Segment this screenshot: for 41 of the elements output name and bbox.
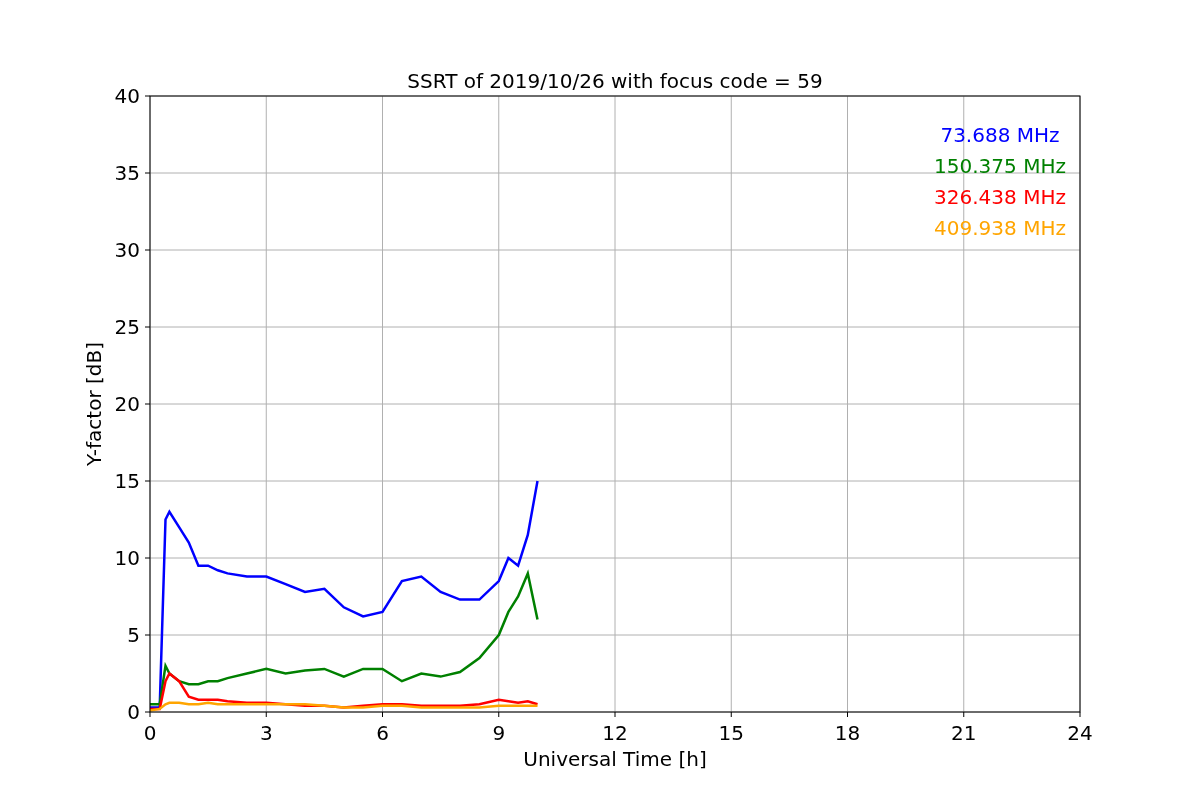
- tick-mark: [265, 711, 267, 718]
- tick-mark: [144, 249, 151, 251]
- tick-mark: [382, 711, 383, 718]
- tick-label: 3: [259, 721, 273, 745]
- tick-label: 10: [114, 546, 140, 570]
- tick-label: 25: [114, 315, 140, 339]
- tick-label: 5: [127, 623, 140, 647]
- tick-mark: [847, 711, 848, 718]
- tick-label: 18: [834, 721, 861, 745]
- tick-mark: [144, 95, 151, 97]
- tick-mark: [144, 480, 151, 482]
- x-axis-label: Universal Time [h]: [523, 747, 707, 771]
- tick-label: 24: [1067, 721, 1093, 745]
- tick-label: 6: [376, 721, 389, 745]
- tick-mark: [144, 557, 151, 559]
- tick-label: 9: [492, 721, 506, 745]
- tick-label: 15: [114, 469, 140, 493]
- tick-label: 12: [602, 721, 628, 745]
- tick-mark: [963, 711, 965, 718]
- tick-mark: [1079, 711, 1081, 718]
- tick-label: 15: [718, 721, 744, 745]
- tick-label: 35: [114, 161, 140, 185]
- legend-label: 73.688 MHz: [940, 123, 1060, 147]
- legend-label: 150.375 MHz: [934, 154, 1066, 178]
- tick-mark: [144, 326, 151, 328]
- tick-label: 0: [143, 721, 157, 745]
- legend-label: 326.438 MHz: [934, 185, 1066, 209]
- chart-title: SSRT of 2019/10/26 with focus code = 59: [407, 69, 823, 93]
- tick-label: 21: [951, 721, 977, 745]
- tick-mark: [144, 634, 151, 636]
- tick-label: 40: [114, 84, 140, 108]
- legend-label: 409.938 MHz: [934, 216, 1066, 240]
- tick-label: 0: [127, 700, 140, 724]
- tick-label: 20: [114, 392, 140, 416]
- tick-mark: [730, 711, 732, 718]
- y-axis-label: Y-factor [dB]: [82, 342, 106, 466]
- tick-mark: [144, 172, 151, 174]
- tick-mark: [614, 711, 616, 718]
- tick-mark: [144, 403, 151, 405]
- tick-label: 30: [114, 238, 140, 262]
- tick-mark: [498, 711, 500, 718]
